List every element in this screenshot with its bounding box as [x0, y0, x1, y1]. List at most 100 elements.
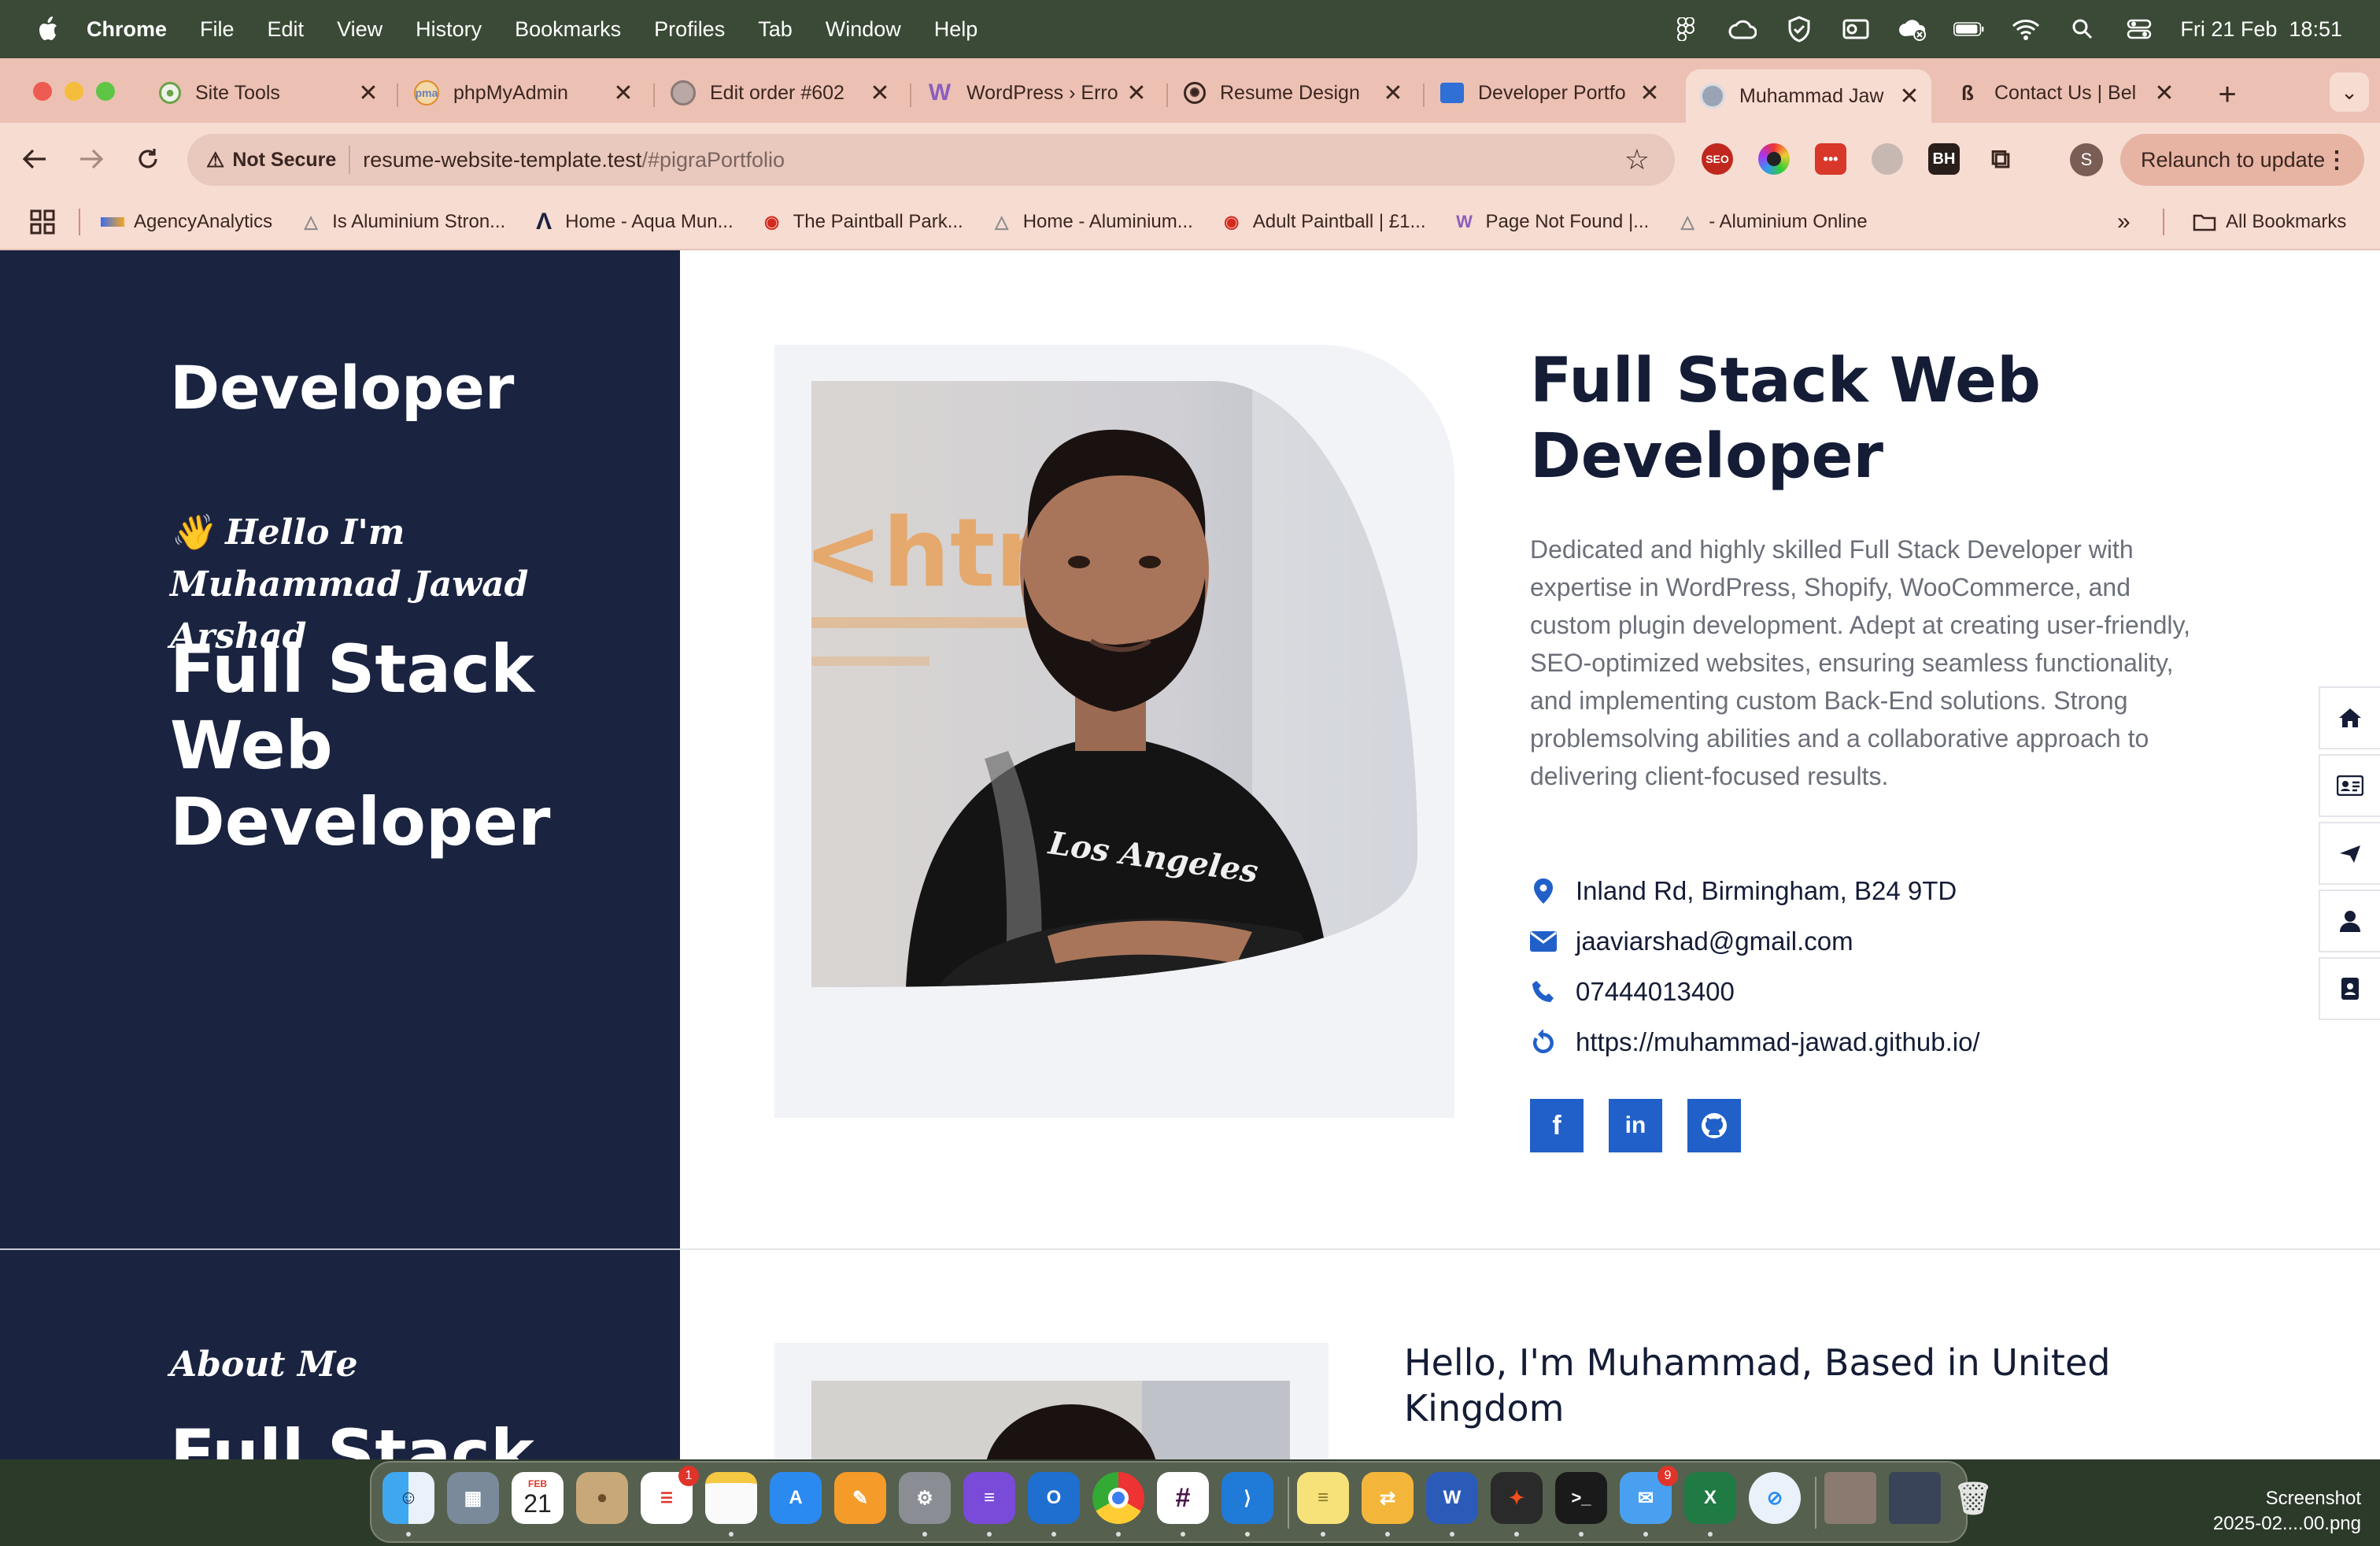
menu-tab[interactable]: Tab — [758, 17, 793, 42]
url-text[interactable]: resume-website-template.test/#pigraPortf… — [363, 148, 785, 172]
menu-history[interactable]: History — [416, 17, 482, 42]
spotlight-search-icon[interactable] — [2067, 13, 2098, 45]
tab-search-chevron-icon[interactable]: ⌄ — [2330, 72, 2369, 112]
chrome-icon[interactable] — [1092, 1472, 1144, 1524]
contacts-icon[interactable]: ● — [576, 1472, 628, 1524]
word-icon[interactable]: W — [1426, 1472, 1478, 1524]
facebook-icon[interactable]: f — [1530, 1099, 1584, 1152]
id-card-icon[interactable] — [2319, 754, 2380, 817]
contact-text[interactable]: 07444013400 — [1576, 977, 1735, 1007]
creative-cloud-icon[interactable] — [1727, 13, 1758, 45]
color-picker-extension-icon[interactable] — [1758, 143, 1790, 175]
contact-text[interactable]: https://muhammad-jawad.github.io/ — [1576, 1027, 1980, 1057]
menubar-clock[interactable]: Fri 21 Feb 18:51 — [2180, 17, 2342, 42]
vpn-shield-icon[interactable] — [1783, 13, 1815, 45]
system-settings-icon[interactable]: ⚙ — [899, 1472, 951, 1524]
bookmark-item[interactable]: AgencyAnalytics — [101, 211, 272, 233]
red-dots-extension-icon[interactable]: ••• — [1815, 143, 1846, 175]
finder-icon[interactable]: ☺ — [382, 1472, 434, 1524]
all-bookmarks-folder[interactable]: All Bookmarks — [2193, 210, 2346, 234]
relaunch-to-update-button[interactable]: Relaunch to update ⋮ — [2120, 134, 2364, 186]
user-icon[interactable] — [2319, 890, 2380, 952]
close-icon[interactable]: ✕ — [1382, 80, 1404, 107]
extensions-puzzle-icon[interactable]: ⧉ — [1985, 143, 2016, 175]
apps-grid-icon[interactable] — [27, 206, 58, 238]
menu-bookmarks[interactable]: Bookmarks — [515, 17, 621, 42]
tab-wordpress-error[interactable]: W WordPress › Erro ✕ — [913, 69, 1159, 117]
excel-icon[interactable]: X — [1684, 1472, 1736, 1524]
tab-resume-design[interactable]: ✺ Resume Design ✕ — [1170, 69, 1415, 117]
control-center-icon[interactable] — [2123, 13, 2155, 45]
close-icon[interactable]: ✕ — [357, 80, 379, 107]
menu-profiles[interactable]: Profiles — [654, 17, 725, 42]
tab-edit-order[interactable]: Edit order #602 ✕ — [656, 69, 902, 117]
outlook-menubar-icon[interactable] — [1840, 13, 1872, 45]
pages-icon[interactable]: ✎ — [834, 1472, 886, 1524]
tab-phpmyadmin[interactable]: pma phpMyAdmin ✕ — [400, 69, 645, 117]
outlook-icon[interactable]: O — [1028, 1472, 1080, 1524]
contact-text[interactable]: Inland Rd, Birmingham, B24 9TD — [1576, 876, 1957, 906]
calendar-icon[interactable]: FEB 21 — [512, 1472, 564, 1524]
tab-site-tools[interactable]: ● Site Tools ✕ — [145, 69, 390, 117]
tab-contact-us[interactable]: ß Contact Us | Bel ✕ — [1941, 69, 2186, 117]
downloads-stack-icon[interactable] — [1889, 1472, 1941, 1524]
globe-extension-icon[interactable] — [1872, 143, 1903, 175]
close-icon[interactable]: ✕ — [2153, 80, 2175, 107]
desktop-screenshot-file[interactable]: Screenshot 2025-02....00.png — [2141, 1486, 2361, 1537]
bookmark-item[interactable]: ◉ Adult Paintball | £1... — [1220, 210, 1425, 234]
bookmarks-overflow-chevron-icon[interactable]: » — [2117, 209, 2131, 235]
address-bar[interactable]: ⚠ Not Secure resume-website-template.tes… — [187, 134, 1675, 186]
window-close-button[interactable] — [33, 82, 52, 101]
stickies-icon[interactable]: ≡ — [1297, 1472, 1349, 1524]
linkedin-icon[interactable]: in — [1609, 1099, 1662, 1152]
launchpad-icon[interactable]: ▦ — [447, 1472, 499, 1524]
contact-text[interactable]: jaaviarshad@gmail.com — [1576, 926, 1853, 956]
new-tab-plus-icon[interactable]: + — [2208, 76, 2246, 113]
close-icon[interactable]: ✕ — [1639, 80, 1661, 107]
close-icon[interactable]: ✕ — [1125, 80, 1148, 107]
bookmark-item[interactable]: W Page Not Found |... — [1452, 210, 1649, 234]
forward-arrow-icon[interactable] — [72, 140, 110, 178]
menu-file[interactable]: File — [200, 17, 235, 42]
battery-icon[interactable] — [1953, 13, 1985, 45]
menu-view[interactable]: View — [337, 17, 382, 42]
menu-app-name[interactable]: Chrome — [87, 17, 167, 42]
security-indicator[interactable]: ⚠ Not Secure — [206, 148, 336, 172]
seo-extension-icon[interactable]: SEO — [1702, 143, 1733, 175]
vscode-icon[interactable]: ⟩ — [1221, 1472, 1273, 1524]
paper-plane-icon[interactable] — [2319, 822, 2380, 885]
wifi-icon[interactable] — [2010, 13, 2042, 45]
bookmark-item[interactable]: ◉ The Paintball Park... — [760, 210, 963, 234]
notes-icon[interactable] — [705, 1472, 757, 1524]
tab-developer-portfolio[interactable]: Developer Portfo ✕ — [1426, 69, 1672, 117]
apple-logo-icon[interactable] — [31, 13, 63, 45]
github-icon[interactable] — [1687, 1099, 1741, 1152]
bookmark-star-icon[interactable]: ☆ — [1624, 143, 1650, 176]
more-vertical-icon[interactable]: ⋮ — [2325, 146, 2349, 174]
close-icon[interactable]: ✕ — [869, 80, 891, 107]
address-book-icon[interactable] — [2319, 957, 2380, 1020]
window-minimize-button[interactable] — [65, 82, 83, 101]
menu-edit[interactable]: Edit — [268, 17, 305, 42]
terminal-icon[interactable]: >_ — [1555, 1472, 1607, 1524]
figma-icon[interactable]: ✦ — [1491, 1472, 1543, 1524]
bookmark-item[interactable]: △ - Aluminium Online — [1676, 210, 1868, 234]
bookmark-item[interactable]: Λ Home - Aqua Mun... — [532, 209, 733, 235]
transmit-icon[interactable]: ⇄ — [1362, 1472, 1414, 1524]
reload-icon[interactable] — [129, 140, 167, 178]
cloud-sync-icon[interactable] — [1897, 13, 1928, 45]
tab-muhammad-jawad[interactable]: Muhammad Jaw ✕ — [1686, 69, 1931, 123]
database-app-icon[interactable]: ≡ — [963, 1472, 1015, 1524]
menu-help[interactable]: Help — [934, 17, 978, 42]
profile-avatar[interactable]: S — [2070, 143, 2103, 176]
slack-icon[interactable]: # — [1157, 1472, 1209, 1524]
back-arrow-icon[interactable] — [16, 140, 54, 178]
menu-window[interactable]: Window — [826, 17, 901, 42]
figma-menubar-icon[interactable] — [1670, 13, 1702, 45]
recent-photo-thumbnail[interactable] — [1824, 1472, 1876, 1524]
app-store-icon[interactable]: A — [770, 1472, 822, 1524]
safari-icon[interactable]: ⊘ — [1749, 1472, 1801, 1524]
window-zoom-button[interactable] — [96, 82, 115, 101]
trash-icon[interactable]: 🗑 — [1953, 1472, 1994, 1524]
bookmark-item[interactable]: △ Is Aluminium Stron... — [299, 210, 506, 234]
